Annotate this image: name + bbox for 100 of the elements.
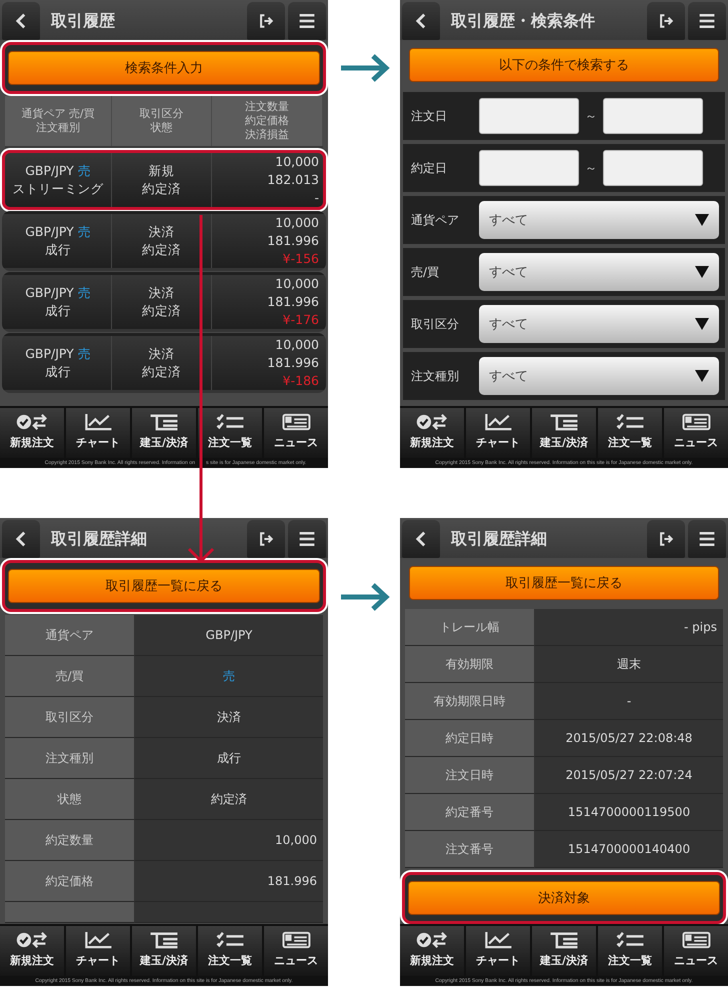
back-to-list-button[interactable]: 取引履歴一覧に戻る: [409, 566, 719, 600]
detail-value: 決済: [135, 697, 323, 738]
trade-type: 新規: [148, 162, 174, 180]
nav-tab[interactable]: ニュース: [264, 926, 328, 976]
back-to-list-button[interactable]: 取引履歴一覧に戻る: [8, 569, 320, 603]
nav-tab[interactable]: チャート: [66, 926, 130, 976]
select-field[interactable]: すべて: [479, 305, 719, 343]
detail-label: 約定番号: [405, 794, 535, 831]
date-input[interactable]: [479, 150, 579, 186]
profit-loss: -: [314, 189, 319, 207]
menu-button[interactable]: [688, 520, 726, 558]
check-arrows-icon: [415, 412, 449, 432]
dropdown-arrow-icon: [695, 370, 709, 382]
detail-value: 1514700000119500: [535, 794, 723, 831]
side-label: 売: [78, 346, 91, 361]
price: 181.996: [267, 293, 319, 311]
detail-label: 注文日時: [405, 757, 535, 794]
detail-label: 売/買: [5, 656, 135, 697]
detail-label: 有効期限: [405, 646, 535, 683]
currency-pair: GBP/JPY: [25, 163, 74, 178]
nav-tab[interactable]: チャート: [466, 408, 530, 458]
back-button[interactable]: [402, 520, 440, 558]
menu-icon: [697, 530, 717, 548]
nav-tab[interactable]: 新規注文: [400, 926, 464, 976]
nav-tab[interactable]: 注文一覧: [598, 408, 662, 458]
column-header: 状態: [150, 121, 172, 135]
nav-tab[interactable]: 注文一覧: [198, 408, 262, 458]
list-row[interactable]: GBP/JPY 売 成行 決済 約定済 10,000 181.996 ¥-156: [2, 211, 326, 271]
nav-tab[interactable]: 新規注文: [0, 926, 64, 976]
side-label: 売: [78, 285, 91, 300]
logout-button[interactable]: [247, 2, 285, 40]
quantity: 10,000: [275, 275, 319, 293]
nav-tab[interactable]: ニュース: [664, 408, 728, 458]
nav-tab[interactable]: ニュース: [264, 408, 328, 458]
nav-tab[interactable]: 建玉/決済: [532, 408, 596, 458]
back-button[interactable]: [2, 520, 40, 558]
list-row[interactable]: GBP/JPY 売 成行 決済 約定済 10,000 181.996 ¥-176: [2, 272, 326, 332]
field-label: 注文日: [411, 108, 448, 124]
nav-tab[interactable]: 建玉/決済: [132, 926, 196, 976]
date-input[interactable]: [479, 98, 579, 134]
nav-tab[interactable]: 注文一覧: [598, 926, 662, 976]
select-field[interactable]: すべて: [479, 357, 719, 395]
detail-label: 約定価格: [5, 861, 135, 902]
back-button[interactable]: [2, 2, 40, 40]
detail-label: 注文種別: [5, 738, 135, 779]
action-button[interactable]: 決済対象: [408, 881, 720, 915]
search-button[interactable]: 以下の条件で検索する: [409, 48, 719, 82]
exit-icon: [257, 12, 275, 30]
nav-tab[interactable]: 建玉/決済: [132, 408, 196, 458]
menu-icon: [297, 12, 317, 30]
menu-button[interactable]: [288, 520, 326, 558]
select-field[interactable]: すべて: [479, 253, 719, 291]
range-separator: ～: [585, 108, 597, 124]
logout-button[interactable]: [647, 2, 685, 40]
detail-value: 2015/05/27 22:08:48: [535, 720, 723, 757]
list-row[interactable]: GBP/JPY 売 ストリーミング 新規 約定済 10,000 182.013 -: [2, 150, 326, 210]
trade-type: 決済: [148, 223, 174, 241]
date-input[interactable]: [603, 98, 703, 134]
order-type: 成行: [45, 302, 71, 320]
detail-label: 有効期限日時: [405, 683, 535, 720]
nav-tab[interactable]: ニュース: [664, 926, 728, 976]
select-field[interactable]: すべて: [479, 201, 719, 239]
logout-button[interactable]: [247, 520, 285, 558]
currency-pair: GBP/JPY: [25, 346, 74, 361]
detail-label: トレール幅: [405, 609, 535, 646]
nav-tab[interactable]: 新規注文: [400, 408, 464, 458]
profit-loss: ¥-186: [282, 372, 319, 390]
detail-value: 181.996: [135, 861, 323, 902]
check-arrows-icon: [15, 930, 49, 950]
detail-value: 約定済: [135, 779, 323, 820]
side-label: 売: [78, 163, 91, 178]
status-text: 約定済: [142, 363, 181, 381]
dropdown-arrow-icon: [695, 318, 709, 330]
detail-value: GBP/JPY: [135, 615, 323, 656]
status-text: 約定済: [142, 180, 181, 198]
date-input[interactable]: [603, 150, 703, 186]
detail-value: 1514700000140400: [535, 831, 723, 868]
status-text: 約定済: [142, 302, 181, 320]
column-header: 取引区分: [140, 107, 184, 121]
order-type: ストリーミング: [12, 180, 104, 198]
side-label: 売: [78, 224, 91, 239]
list-row[interactable]: GBP/JPY 売 成行 決済 約定済 10,000 181.996 ¥-186: [2, 333, 326, 393]
search-button[interactable]: 検索条件入力: [8, 51, 320, 85]
logout-button[interactable]: [647, 520, 685, 558]
nav-tab[interactable]: 注文一覧: [198, 926, 262, 976]
profit-loss: ¥-176: [282, 311, 319, 329]
nav-tab[interactable]: チャート: [66, 408, 130, 458]
price: 182.013: [267, 171, 319, 189]
nav-tab[interactable]: 建玉/決済: [532, 926, 596, 976]
order-type: 成行: [45, 241, 71, 259]
detail-label: 通貨ペア: [5, 615, 135, 656]
nav-tab[interactable]: チャート: [466, 926, 530, 976]
nav-tab[interactable]: 新規注文: [0, 408, 64, 458]
status-text: 約定済: [142, 241, 181, 259]
field-label: 取引区分: [411, 316, 460, 332]
detail-value: - pips: [535, 609, 723, 646]
back-button[interactable]: [402, 2, 440, 40]
detail-label: 状態: [5, 779, 135, 820]
menu-button[interactable]: [288, 2, 326, 40]
menu-button[interactable]: [688, 2, 726, 40]
